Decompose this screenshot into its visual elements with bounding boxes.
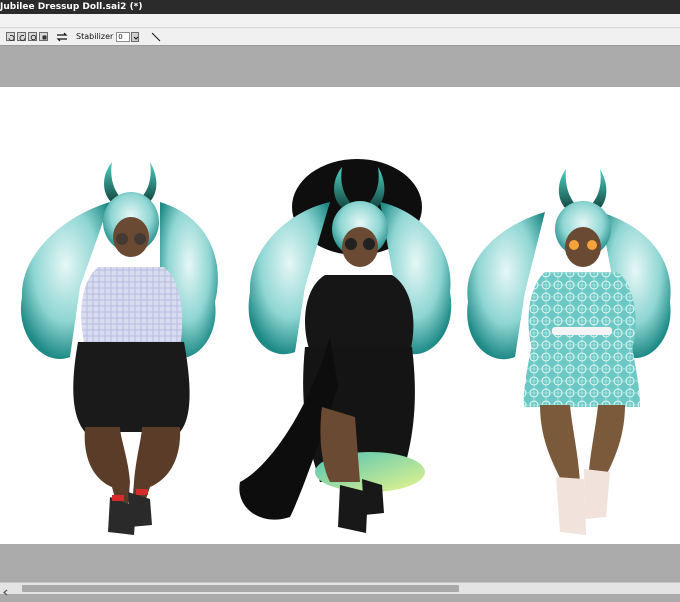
drawing-canvas[interactable] [0,87,680,544]
swap-colors-icon[interactable] [56,32,68,42]
horizontal-scrollbar[interactable] [0,582,680,596]
scroll-left-icon[interactable] [0,583,12,596]
scroll-thumb[interactable] [22,585,459,592]
scroll-right-icon[interactable] [668,583,680,594]
stabilizer-field[interactable]: 0 [116,31,131,42]
tool-options-bar: Stabilizer 0 [0,28,680,46]
workspace [0,46,680,582]
undo-icon[interactable] [6,32,15,41]
doll-3 [467,169,671,535]
artwork [20,159,671,535]
refresh-icon[interactable] [28,32,37,41]
dropdown-icon[interactable] [131,31,140,42]
doll-1 [20,162,218,535]
stabilizer-label: Stabilizer [76,32,114,41]
doll-2 [239,159,452,533]
stop-icon[interactable] [39,32,48,41]
pen-line-icon[interactable] [151,32,161,42]
window-title: Jubilee Dressup Doll.sai2 (*) [0,2,143,12]
window-title-bar: Jubilee Dressup Doll.sai2 (*) [0,0,680,14]
menu-strip [0,14,680,28]
redo-icon[interactable] [17,32,26,41]
